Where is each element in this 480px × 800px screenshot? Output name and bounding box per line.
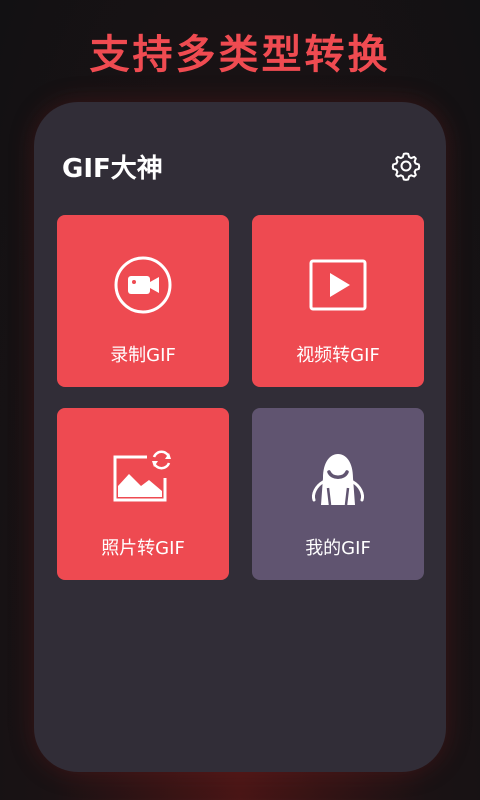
app-title: GIF大神 [62, 154, 163, 184]
tile-label-video: 视频转GIF [296, 345, 380, 366]
promo-headline: 支持多类型转换 [89, 32, 391, 78]
photo-to-gif-tile[interactable]: 照片转GIF [57, 408, 229, 580]
video-camera-icon [114, 256, 172, 314]
app-card: GIF大神 录制GIF 视频转GIF 照片转GIF 我的GIF [34, 102, 446, 772]
tile-label-my-gif: 我的GIF [305, 538, 371, 559]
my-gif-tile[interactable]: 我的GIF [252, 408, 424, 580]
record-gif-tile[interactable]: 录制GIF [57, 215, 229, 387]
tile-label-photo: 照片转GIF [101, 538, 185, 559]
mascot-icon [312, 454, 364, 506]
tile-label-record: 录制GIF [110, 345, 176, 366]
video-to-gif-tile[interactable]: 视频转GIF [252, 215, 424, 387]
screen: 支持多类型转换 GIF大神 录制GIF 视频转GIF 照片转GIF 我的GIF [0, 0, 480, 800]
gear-icon[interactable] [390, 150, 422, 182]
play-icon [309, 259, 367, 311]
photo-convert-icon [113, 450, 171, 502]
